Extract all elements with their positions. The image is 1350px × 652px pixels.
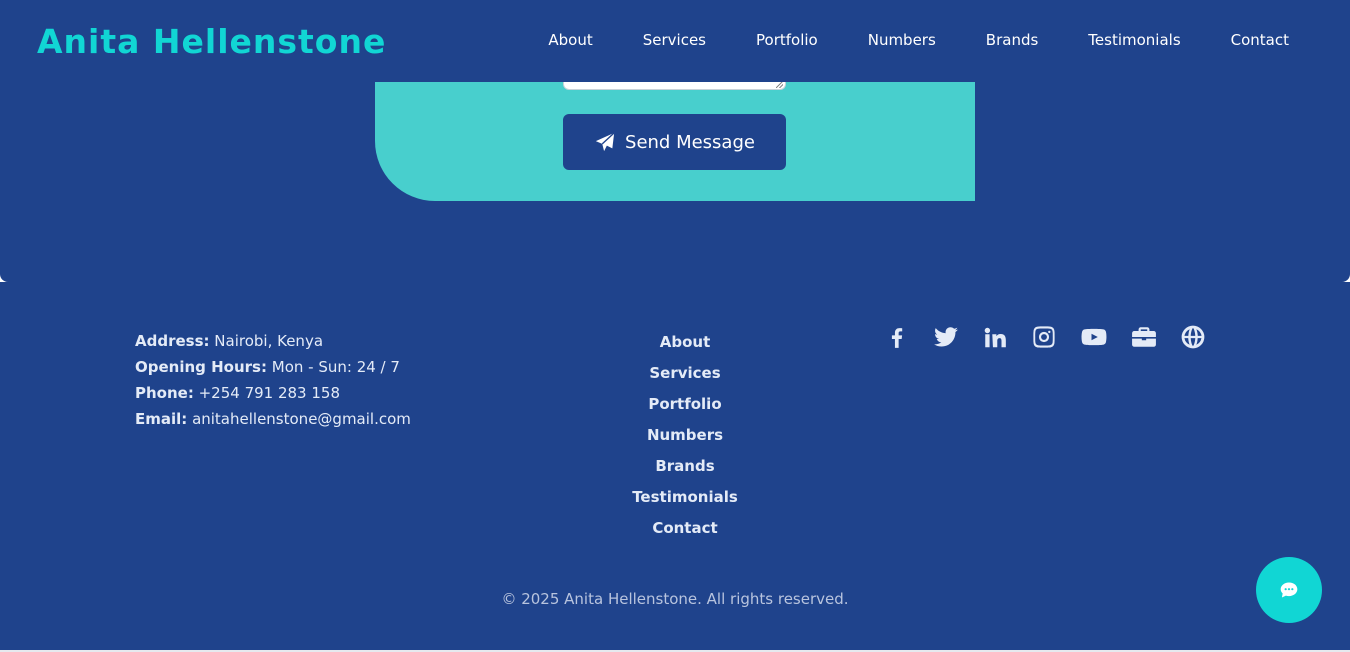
email-row: Email: anitahellenstone@gmail.com <box>135 406 411 432</box>
footer-link-numbers[interactable]: Numbers <box>647 425 723 445</box>
youtube-icon[interactable] <box>1080 324 1108 350</box>
nav-portfolio[interactable]: Portfolio <box>756 31 818 49</box>
footer-link-brands[interactable]: Brands <box>655 456 714 476</box>
hours-row: Opening Hours: Mon - Sun: 24 / 7 <box>135 354 411 380</box>
top-navbar: Anita Hellenstone About Services Portfol… <box>0 0 1350 82</box>
footer-nav: About Services Portfolio Numbers Brands … <box>585 332 785 538</box>
address-value: Nairobi, Kenya <box>214 332 324 350</box>
nav-testimonials[interactable]: Testimonials <box>1088 31 1180 49</box>
phone-value: +254 791 283 158 <box>198 384 341 402</box>
nav-services[interactable]: Services <box>643 31 706 49</box>
email-label: Email: <box>135 410 188 428</box>
briefcase-icon[interactable] <box>1131 324 1157 350</box>
phone-row: Phone: +254 791 283 158 <box>135 380 411 406</box>
footer-link-testimonials[interactable]: Testimonials <box>632 487 738 507</box>
globe-icon[interactable] <box>1180 324 1206 350</box>
chat-icon <box>1280 582 1298 598</box>
send-message-label: Send Message <box>625 131 755 153</box>
site-footer: Address: Nairobi, Kenya Opening Hours: M… <box>0 282 1350 652</box>
paper-plane-icon <box>595 132 615 152</box>
address-label: Address: <box>135 332 210 350</box>
hours-label: Opening Hours: <box>135 358 267 376</box>
facebook-icon[interactable] <box>884 324 910 350</box>
send-message-button[interactable]: Send Message <box>563 114 786 170</box>
hours-value: Mon - Sun: 24 / 7 <box>271 358 400 376</box>
nav-numbers[interactable]: Numbers <box>868 31 936 49</box>
email-value: anitahellenstone@gmail.com <box>192 410 411 428</box>
linkedin-icon[interactable] <box>982 324 1008 350</box>
contact-form-card: Send Message <box>375 78 975 201</box>
nav-about[interactable]: About <box>548 31 592 49</box>
footer-link-services[interactable]: Services <box>649 363 720 383</box>
social-links <box>884 324 1206 350</box>
chat-button[interactable] <box>1256 557 1322 623</box>
brand-logo[interactable]: Anita Hellenstone <box>37 22 386 61</box>
phone-label: Phone: <box>135 384 194 402</box>
resize-handle[interactable] <box>776 81 783 88</box>
main-nav: About Services Portfolio Numbers Brands … <box>548 31 1289 49</box>
footer-link-about[interactable]: About <box>660 332 711 352</box>
instagram-icon[interactable] <box>1031 324 1057 350</box>
address-row: Address: Nairobi, Kenya <box>135 328 411 354</box>
copyright-text: © 2025 Anita Hellenstone. All rights res… <box>501 590 849 608</box>
twitter-icon[interactable] <box>933 324 959 350</box>
footer-link-portfolio[interactable]: Portfolio <box>648 394 721 414</box>
footer-link-contact[interactable]: Contact <box>652 518 717 538</box>
nav-brands[interactable]: Brands <box>986 31 1039 49</box>
nav-contact[interactable]: Contact <box>1231 31 1289 49</box>
footer-contact-info: Address: Nairobi, Kenya Opening Hours: M… <box>135 328 411 432</box>
